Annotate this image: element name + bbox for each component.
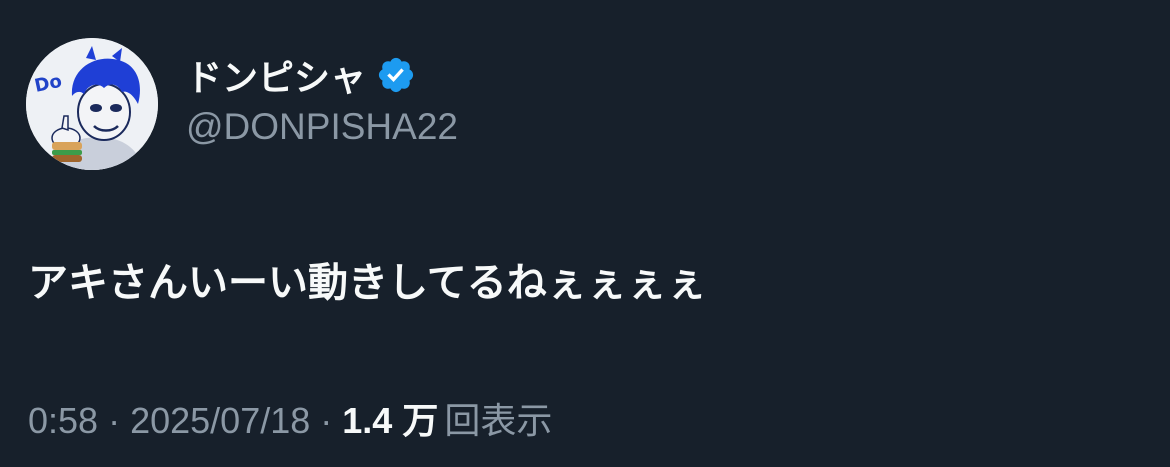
tweet-time[interactable]: 0:58	[28, 400, 98, 442]
views-label: 回表示	[444, 400, 553, 441]
display-name[interactable]: ドンピシャ	[186, 49, 366, 101]
tweet-card: Do ドンピシャ @DONPISHA22 アキさんいーい動きしてるねぇぇぇぇ 0…	[0, 0, 1170, 467]
author-handle[interactable]: @DONPISHA22	[186, 106, 458, 148]
tweet-text: アキさんいーい動きしてるねぇぇぇぇ	[28, 260, 707, 306]
views-count[interactable]: 1.4 万	[342, 392, 438, 444]
meta-separator: ·	[108, 400, 121, 441]
avatar[interactable]: Do	[26, 38, 158, 170]
tweet-date[interactable]: 2025/07/18	[130, 400, 310, 442]
author-name-row: ドンピシャ	[186, 50, 416, 100]
verified-badge-icon[interactable]	[376, 55, 416, 95]
meta-separator: ·	[320, 400, 333, 441]
tweet-meta: 0:58 · 2025/07/18 · 1.4 万 回表示	[28, 392, 552, 444]
avatar-illustration: Do	[26, 38, 158, 170]
